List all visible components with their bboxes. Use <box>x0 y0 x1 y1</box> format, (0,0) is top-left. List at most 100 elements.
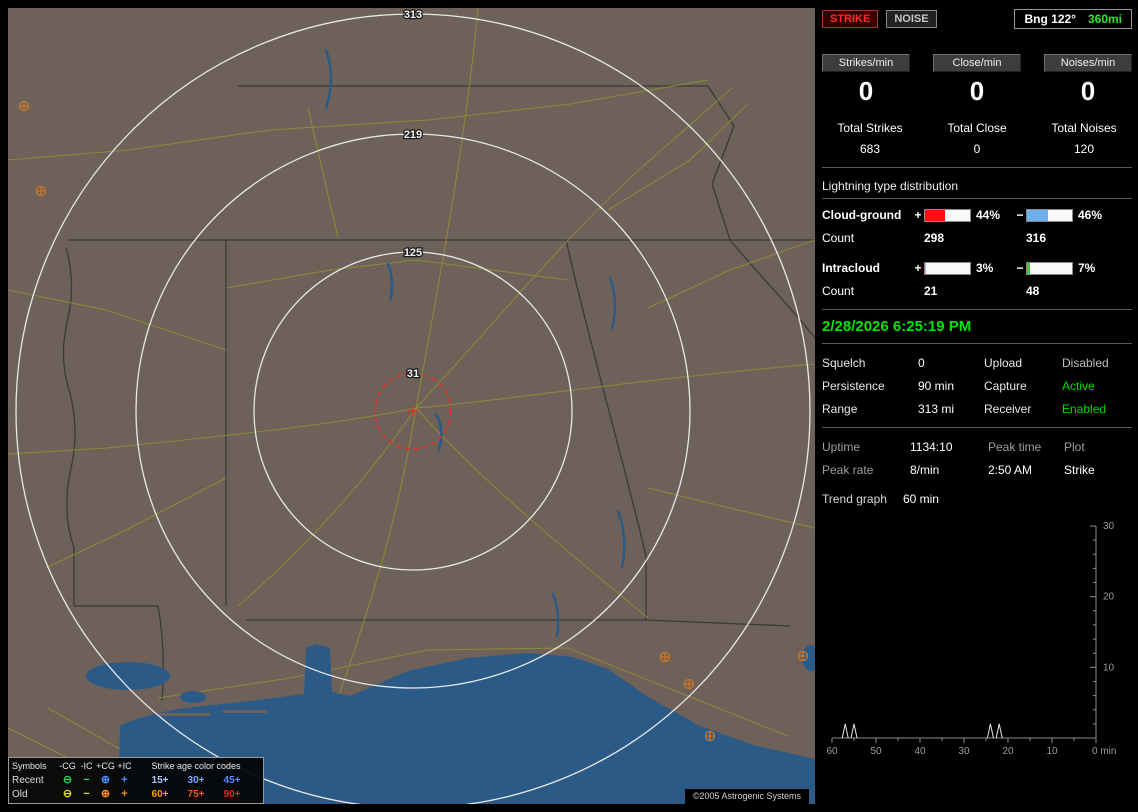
cloud-ground-negative-bar <box>1026 208 1073 222</box>
trend-x-label: 40 <box>914 746 926 757</box>
lightning-map[interactable]: 313 219 125 31 Symbols -CG -IC +CG +IC Stri… <box>8 8 815 804</box>
trend-y-label: 20 <box>1103 592 1115 603</box>
neg-cg-recent-icon: ⊖ <box>62 774 73 786</box>
copyright-notice: ©2005 Astrogenic Systems <box>684 789 809 804</box>
trend-x-label: 10 <box>1046 746 1058 757</box>
age-code-60: 60+ <box>151 789 169 800</box>
strike-symbol <box>659 651 671 663</box>
range-label: Range <box>822 402 858 416</box>
total-close: Total Close 0 <box>929 121 1025 156</box>
map-legend: Symbols -CG -IC +CG +IC Strike age color… <box>8 757 264 804</box>
divider <box>822 167 1132 168</box>
bar-fill <box>1027 209 1048 221</box>
totals-row: Total Strikes 683 Total Close 0 Total No… <box>822 121 1132 156</box>
total-noises-label: Total Noises <box>1051 121 1117 135</box>
bar-fill <box>925 262 927 274</box>
trend-x-label: 20 <box>1002 746 1014 757</box>
total-close-label: Total Close <box>947 121 1007 135</box>
plot-label: Plot <box>1064 440 1085 454</box>
strike-symbol <box>35 185 47 197</box>
trend-x-label: 0 min <box>1092 746 1116 757</box>
intracloud-row: Intracloud + 3% − 7% <box>822 261 1132 275</box>
peak-time-label: Peak time <box>988 440 1042 454</box>
peak-time-value: 2:50 AM <box>988 463 1033 477</box>
bar-fill <box>925 209 945 221</box>
squelch-label: Squelch <box>822 356 866 370</box>
strike-symbol <box>797 650 809 662</box>
strike-symbol <box>704 730 716 742</box>
pos-cg-old-icon: ⊕ <box>100 788 111 800</box>
intracloud-positive-bar <box>924 261 971 275</box>
close-per-min-button[interactable]: Close/min <box>933 54 1021 72</box>
cloud-ground-positive-count: 298 <box>924 231 945 245</box>
cloud-ground-negative-count: 316 <box>1026 231 1047 245</box>
uptime-grid: Uptime 1134:10 Peak time Plot Peak rate … <box>822 440 1132 477</box>
bearing-range-readout: Bng 122° 360mi <box>1014 9 1132 29</box>
pos-ic-old-icon: + <box>121 788 128 800</box>
intracloud-label: Intracloud <box>822 261 881 275</box>
persistence-label: Persistence <box>822 379 885 393</box>
legend-col-neg-ic: -IC <box>80 761 93 771</box>
persistence-value: 90 min <box>918 379 955 393</box>
neg-ic-old-icon: − <box>83 788 90 800</box>
divider <box>822 198 1132 199</box>
mode-toolbar: STRIKE NOISE Bng 122° 360mi <box>822 8 1132 30</box>
close-per-min-column: Close/min 0 <box>933 54 1021 107</box>
trend-x-label: 30 <box>958 746 970 757</box>
strikes-per-min-value: 0 <box>858 76 874 106</box>
noises-per-min-column: Noises/min 0 <box>1044 54 1132 107</box>
noises-per-min-button[interactable]: Noises/min <box>1044 54 1132 72</box>
neg-ic-recent-icon: − <box>83 774 90 786</box>
peak-rate-value: 8/min <box>910 463 940 477</box>
uptime-label: Uptime <box>822 440 861 454</box>
trend-x-label: 50 <box>870 746 882 757</box>
strike-symbol <box>683 678 695 690</box>
legend-old-label: Old <box>12 789 28 800</box>
intracloud-count-row: Count 21 48 <box>822 284 1132 298</box>
intracloud-positive-pct: 3% <box>976 261 994 275</box>
divider <box>822 427 1132 428</box>
legend-recent-label: Recent <box>12 775 44 786</box>
trend-graph-label: Trend graph <box>822 492 887 506</box>
intracloud-negative-pct: 7% <box>1078 261 1096 275</box>
bearing-value: Bng 122° <box>1024 12 1076 26</box>
ring-distance-label: 125 <box>404 247 422 259</box>
cloud-ground-label: Cloud-ground <box>822 208 902 222</box>
neg-cg-old-icon: ⊖ <box>62 788 73 800</box>
bar-fill <box>1027 262 1031 274</box>
trend-spikes <box>841 723 1003 739</box>
control-panel: STRIKE NOISE Bng 122° 360mi Strikes/min … <box>822 8 1132 804</box>
strike-mode-button[interactable]: STRIKE <box>822 10 879 28</box>
intracloud-positive-count: 21 <box>924 284 938 298</box>
strike-symbol <box>18 100 30 112</box>
count-label: Count <box>822 284 855 298</box>
receiver-status: Enabled <box>1062 402 1107 416</box>
strikes-per-min-column: Strikes/min 0 <box>822 54 910 107</box>
distribution-title: Lightning type distribution <box>822 179 959 193</box>
cloud-ground-positive-bar <box>924 208 971 222</box>
total-strikes: Total Strikes 683 <box>822 121 918 156</box>
trend-axes <box>831 525 1097 743</box>
intracloud-negative-count: 48 <box>1026 284 1040 298</box>
legend-col-pos-ic: +IC <box>117 761 132 771</box>
strikes-per-min-button[interactable]: Strikes/min <box>822 54 910 72</box>
trend-y-label: 10 <box>1103 662 1115 673</box>
age-code-15: 15+ <box>151 775 169 786</box>
bearing-range-value: 360mi <box>1087 12 1122 26</box>
legend-symbols-title: Symbols <box>12 761 47 771</box>
total-strikes-value: 683 <box>859 142 881 156</box>
upload-status: Disabled <box>1062 356 1109 370</box>
pos-cg-recent-icon: ⊕ <box>100 774 111 786</box>
minus-sign: − <box>1016 208 1024 222</box>
cloud-ground-negative-pct: 46% <box>1078 208 1103 222</box>
cloud-ground-count-row: Count 298 316 <box>822 231 1132 245</box>
upload-label: Upload <box>984 356 1023 370</box>
range-value: 313 mi <box>918 402 955 416</box>
plus-sign: + <box>914 261 922 275</box>
total-close-value: 0 <box>973 142 981 156</box>
datetime-display: 2/28/2026 6:25:19 PM <box>822 318 972 335</box>
receiver-label: Receiver <box>984 402 1032 416</box>
plus-sign: + <box>914 208 922 222</box>
ring-distance-label: 31 <box>407 368 419 380</box>
noise-mode-button[interactable]: NOISE <box>886 10 937 28</box>
